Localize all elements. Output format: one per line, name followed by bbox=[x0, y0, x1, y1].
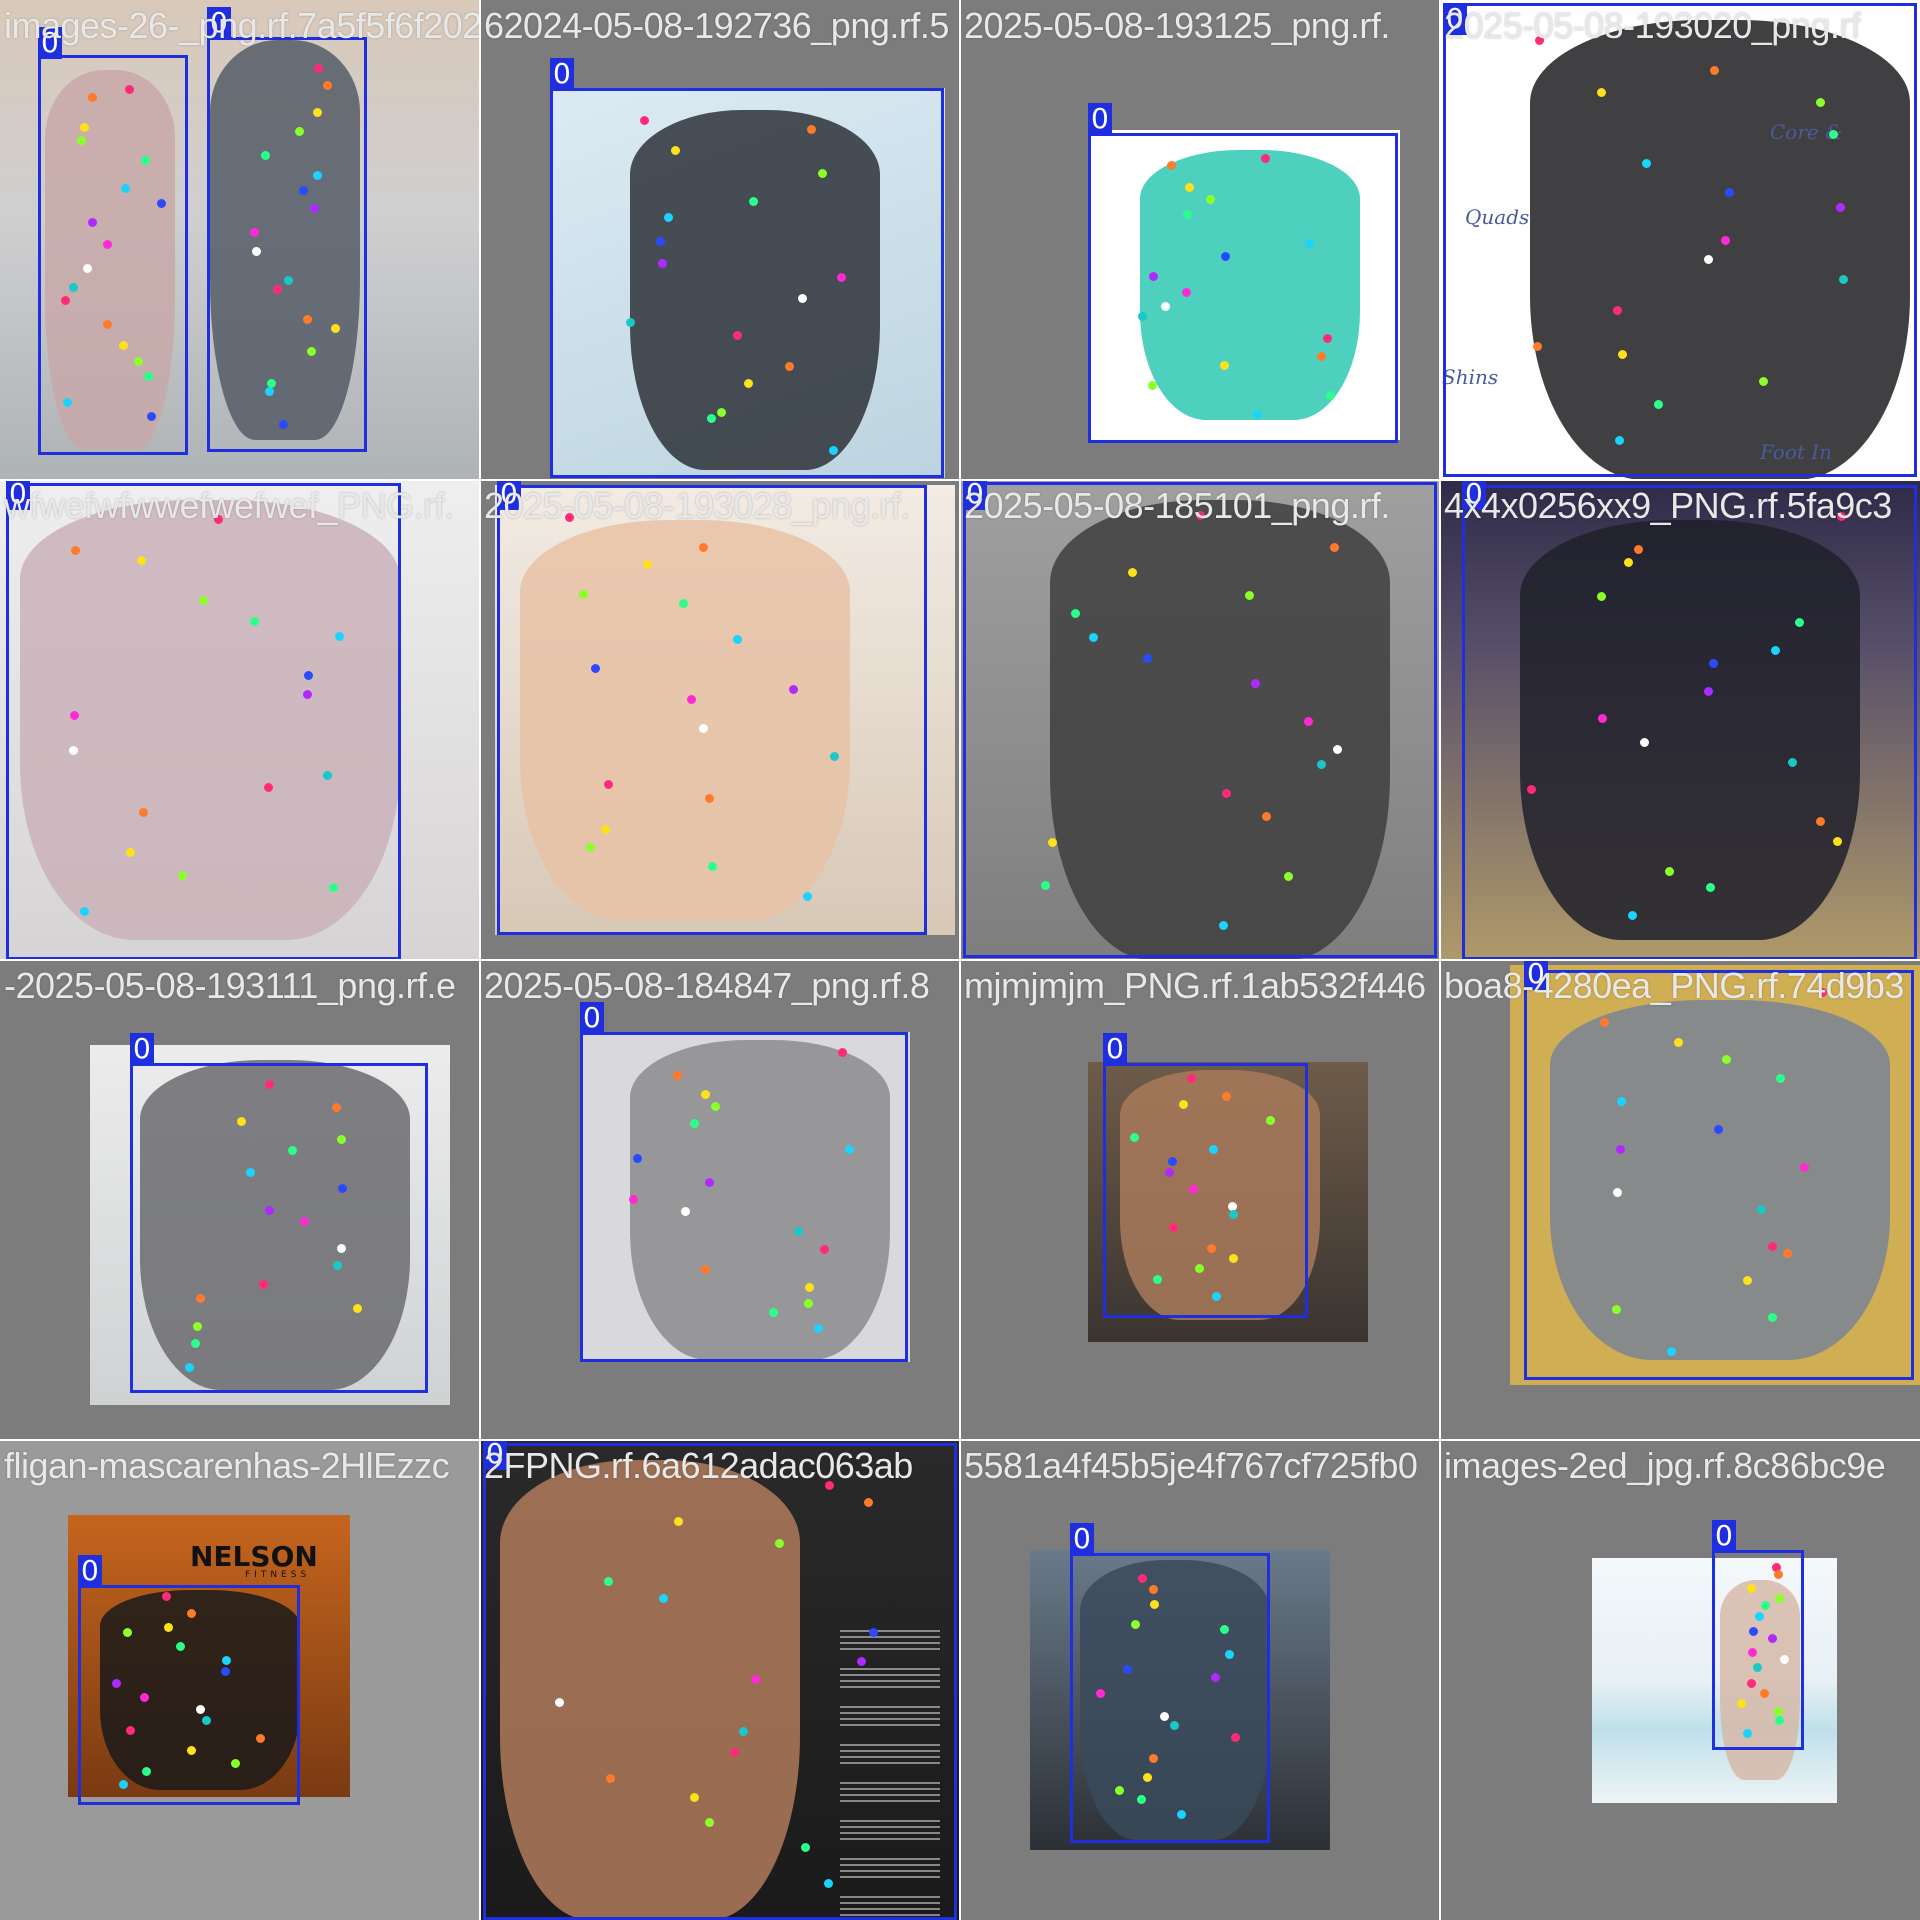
class-label: 0 bbox=[580, 1002, 604, 1034]
image-filename: 2025-05-08-193028_png.rf. bbox=[484, 485, 910, 526]
image-filename: -2025-05-08-193111_png.rf.e bbox=[4, 965, 456, 1006]
mosaic-tile: 0 2025-05-08-185101_png.rf. bbox=[960, 480, 1440, 960]
bounding-box bbox=[1088, 133, 1398, 443]
image-filename: 2025-05-08-193125_png.rf. bbox=[964, 5, 1390, 46]
image-filename: 2025-05-08-185101_png.rf. bbox=[964, 485, 1390, 526]
mosaic-tile: 00images-26-_png.rf.7a5f5f6f2024-05-08-1… bbox=[0, 0, 480, 480]
bounding-box bbox=[1462, 485, 1917, 960]
grid-divider bbox=[1439, 0, 1441, 1920]
gym-logo: NELSON bbox=[190, 1540, 318, 1573]
image-filename: images-26-_png.rf.7a5f5f6f2024-05-08-192… bbox=[4, 5, 480, 46]
bounding-box bbox=[550, 88, 944, 478]
bounding-box bbox=[38, 55, 188, 455]
class-label: 0 bbox=[1070, 1523, 1094, 1555]
class-label: 0 bbox=[1712, 1520, 1736, 1552]
image-filename: 2025-05-08-184847_png.rf.8 bbox=[484, 965, 930, 1006]
mosaic-tile: 0 boa8-4280ea_PNG.rf.74d9b3 bbox=[1440, 960, 1920, 1440]
image-filename: images-2ed_jpg.rf.8c86bc9e bbox=[1444, 1445, 1886, 1486]
image-filename: 4x4x0256xx9_PNG.rf.5fa9c3 bbox=[1444, 485, 1892, 526]
mosaic-tile: 0 mjmjmjm_PNG.rf.1ab532f446 bbox=[960, 960, 1440, 1440]
mosaic-tile: 0 2FPNG.rf.6a612adac063ab bbox=[480, 1440, 960, 1920]
class-label: 0 bbox=[130, 1033, 154, 1065]
image-filename: mjmjmjm_PNG.rf.1ab532f446 bbox=[964, 965, 1426, 1006]
image-filename: 62024-05-08-192736_png.rf.5 bbox=[484, 5, 949, 46]
image-filename: boa8-4280ea_PNG.rf.74d9b3 bbox=[1444, 965, 1904, 1006]
bounding-box bbox=[207, 37, 367, 452]
image-filename: wfwefwfwwefwefwef_PNG.rf. bbox=[4, 485, 454, 526]
bounding-box bbox=[1070, 1553, 1270, 1843]
mosaic-tile: 0 5581a4f45b5je4f767cf725fb0 bbox=[960, 1440, 1440, 1920]
class-label: 0 bbox=[78, 1555, 102, 1587]
mosaic-tile: 0 2025-05-08-184847_png.rf.8 bbox=[480, 960, 960, 1440]
mosaic-tile: NELSON FITNESS 0 fligan-mascarenhas-2HlEzzc bbox=[0, 1440, 480, 1920]
mosaic-tile: 0 2025-05-08-193028_png.rf. bbox=[480, 480, 960, 960]
class-label: 0 bbox=[550, 58, 574, 90]
bounding-box bbox=[6, 483, 401, 960]
image-filename: 5581a4f45b5je4f767cf725fb0 bbox=[964, 1445, 1418, 1486]
bounding-box bbox=[1103, 1063, 1308, 1318]
bounding-box bbox=[497, 485, 927, 935]
mosaic-tile: 0 wfwefwfwwefwefwef_PNG.rf. bbox=[0, 480, 480, 960]
grid-divider bbox=[0, 959, 1920, 961]
bounding-box bbox=[580, 1032, 908, 1362]
bounding-box bbox=[78, 1585, 300, 1805]
mosaic-tile: 0 62024-05-08-192736_png.rf.5 bbox=[480, 0, 960, 480]
bounding-box bbox=[1443, 3, 1917, 477]
mosaic-tile: 0 4x4x0256xx9_PNG.rf.5fa9c3 bbox=[1440, 480, 1920, 960]
image-filename: 2025-05-08-193020_png.rf bbox=[1444, 5, 1861, 46]
bounding-box bbox=[1712, 1550, 1804, 1750]
mosaic-tile: 0 -2025-05-08-193111_png.rf.e bbox=[0, 960, 480, 1440]
mosaic-tile: 0 2025-05-08-193125_png.rf. bbox=[960, 0, 1440, 480]
grid-divider bbox=[0, 1439, 1920, 1441]
mosaic-tile: 0 images-2ed_jpg.rf.8c86bc9e bbox=[1440, 1440, 1920, 1920]
class-label: 0 bbox=[1088, 103, 1112, 135]
mosaic-tile: Core & Quads Shins Foot In 0 2025-05-08-19302… bbox=[1440, 0, 1920, 480]
mosaic-grid: 0 0 images-26-_png.rf.7a5f5f6f2024-05-08-1… bbox=[0, 0, 1920, 1920]
class-label: 0 bbox=[1103, 1033, 1127, 1065]
bounding-box bbox=[1524, 970, 1914, 1380]
gym-logo-sub: FITNESS bbox=[245, 1570, 311, 1580]
bounding-box bbox=[483, 1443, 957, 1920]
bounding-box bbox=[963, 482, 1437, 958]
image-filename: 2FPNG.rf.6a612adac063ab bbox=[484, 1445, 913, 1486]
image-filename: fligan-mascarenhas-2HlEzzc bbox=[4, 1445, 450, 1486]
bounding-box bbox=[130, 1063, 428, 1393]
